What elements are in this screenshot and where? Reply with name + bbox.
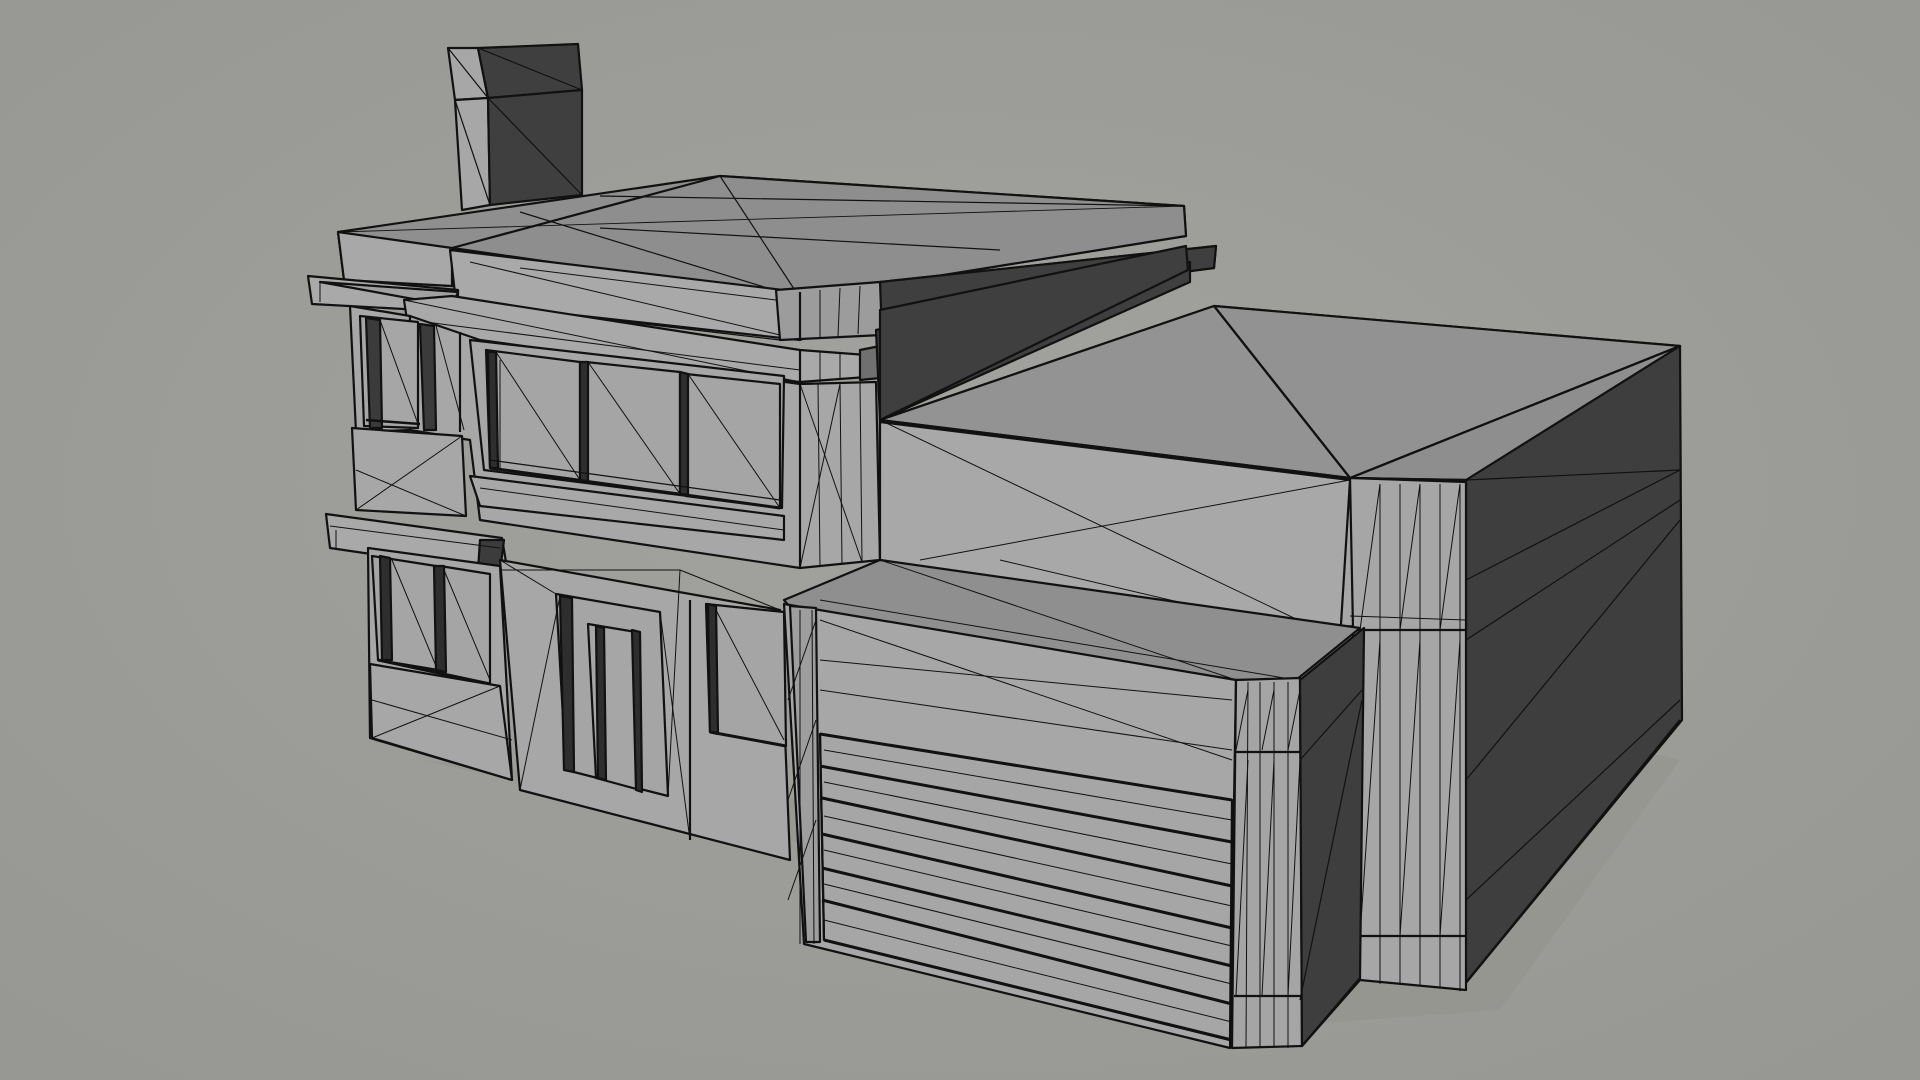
garage-corner-column bbox=[1348, 476, 1468, 992]
front-garage-right-side bbox=[1298, 626, 1366, 1048]
chimney bbox=[446, 42, 584, 212]
front-garage-corner-column bbox=[1230, 676, 1304, 1050]
ground-floor-right-window bbox=[704, 602, 788, 748]
house-wireframe-render bbox=[0, 0, 1920, 1080]
render-viewport bbox=[0, 0, 1920, 1080]
left-mid-band bbox=[350, 426, 468, 518]
